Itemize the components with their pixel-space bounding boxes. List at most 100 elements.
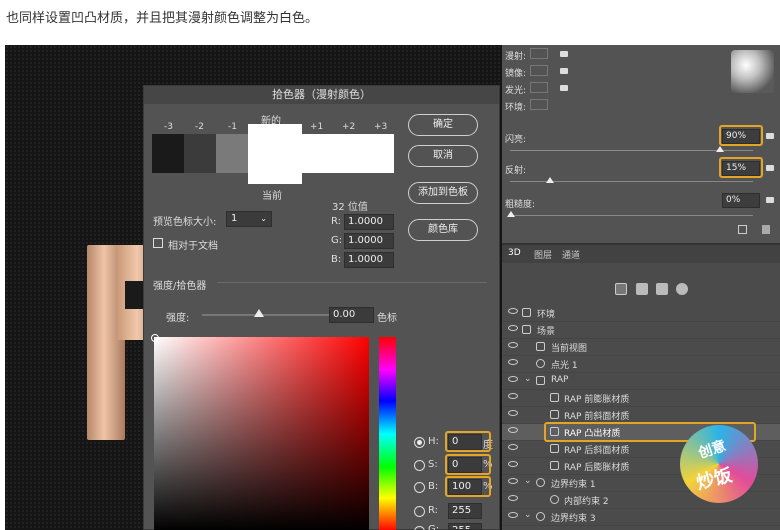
g32-label: G: xyxy=(331,235,343,246)
material-icon xyxy=(550,410,559,419)
brightness-radio[interactable] xyxy=(414,482,425,493)
layer-row[interactable]: 环境 xyxy=(502,305,780,322)
eye-icon[interactable] xyxy=(508,410,518,416)
hue-slider[interactable] xyxy=(379,337,396,530)
eye-icon[interactable] xyxy=(508,495,518,501)
roughness-slider-track[interactable] xyxy=(510,215,753,216)
cancel-button[interactable]: 取消 xyxy=(408,145,478,167)
diffuse-color-swatch[interactable] xyxy=(530,48,548,59)
material-preview-sphere[interactable] xyxy=(731,50,774,93)
highlight-shine xyxy=(719,125,763,146)
eye-icon[interactable] xyxy=(508,393,518,399)
swatch-minus-2[interactable] xyxy=(184,134,216,173)
folder-icon[interactable] xyxy=(766,133,774,139)
g8-input[interactable]: 255 xyxy=(448,523,482,530)
chevron-down-icon[interactable]: ⌄ xyxy=(524,476,532,486)
ok-button[interactable]: 确定 xyxy=(408,114,478,136)
eye-icon[interactable] xyxy=(508,461,518,467)
watermark-sticker: 创意 炒饭 xyxy=(680,425,758,503)
properties-panel: 漫射: 镜像: 发光: 环境: 闪亮: 90% 反射: 15% 粗糙度: 0% xyxy=(502,45,780,243)
layer-row[interactable]: ⌄ RAP xyxy=(502,373,780,390)
layer-row[interactable]: 场景 xyxy=(502,322,780,339)
specular-color-swatch[interactable] xyxy=(530,65,548,76)
folder-icon[interactable] xyxy=(766,197,774,203)
folder-icon[interactable] xyxy=(560,85,568,91)
red-radio[interactable] xyxy=(414,506,425,517)
eye-icon[interactable] xyxy=(508,427,518,433)
eye-icon[interactable] xyxy=(508,325,518,331)
light-bulb-icon xyxy=(536,359,545,368)
trash-icon[interactable] xyxy=(762,225,770,234)
tab-3d[interactable]: 3D xyxy=(508,248,521,258)
layer-row[interactable]: 点光 1 xyxy=(502,356,780,373)
hue-radio[interactable] xyxy=(414,437,425,448)
eye-icon[interactable] xyxy=(508,512,518,518)
mesh-filter-icon[interactable] xyxy=(636,283,648,295)
step-label: -2 xyxy=(195,122,204,132)
add-to-swatches-button[interactable]: 添加到色板 xyxy=(408,182,478,204)
eye-icon[interactable] xyxy=(508,359,518,365)
relative-to-document-label: 相对于文档 xyxy=(168,241,218,252)
g32-input[interactable]: 1.0000 xyxy=(344,233,394,249)
roughness-input[interactable]: 0% xyxy=(722,193,760,208)
material-filter-icon[interactable] xyxy=(656,283,668,295)
folder-icon[interactable] xyxy=(766,165,774,171)
new-texture-icon[interactable] xyxy=(738,225,747,234)
diffuse-label: 漫射: xyxy=(505,52,527,62)
layer-row[interactable]: RAP 前膨胀材质 xyxy=(502,390,780,407)
illumination-color-swatch[interactable] xyxy=(530,82,548,93)
chevron-down-icon[interactable]: ⌄ xyxy=(524,510,532,520)
step-label: +3 xyxy=(374,122,388,132)
light-filter-icon[interactable] xyxy=(676,283,688,295)
relative-to-document-checkbox[interactable] xyxy=(153,238,163,248)
green-radio[interactable] xyxy=(414,526,425,530)
highlight-s xyxy=(445,454,491,475)
swatch-minus-3[interactable] xyxy=(152,134,184,173)
b32-input[interactable]: 1.0000 xyxy=(344,252,394,268)
mesh-icon xyxy=(536,376,545,385)
eye-icon[interactable] xyxy=(508,444,518,450)
eye-icon[interactable] xyxy=(508,308,518,314)
eye-icon[interactable] xyxy=(508,478,518,484)
saturation-brightness-field[interactable] xyxy=(154,337,369,530)
tab-layers[interactable]: 图层 xyxy=(534,248,552,261)
highlight-h xyxy=(445,431,491,452)
chevron-down-icon[interactable]: ⌄ xyxy=(524,374,532,384)
roughness-slider-thumb[interactable] xyxy=(507,211,515,217)
material-icon xyxy=(550,461,559,470)
sample-size-label: 预览色标大小: xyxy=(153,217,217,228)
field-picker-marker[interactable] xyxy=(151,334,159,342)
layer-row[interactable]: 当前视图 xyxy=(502,339,780,356)
constraint-icon xyxy=(550,495,559,504)
saturation-radio[interactable] xyxy=(414,460,425,471)
illumination-label: 发光: xyxy=(505,86,527,96)
ambient-color-swatch[interactable] xyxy=(530,99,548,110)
r8-label: R: xyxy=(428,505,439,516)
shine-slider-thumb[interactable] xyxy=(716,146,724,152)
r8-input[interactable]: 255 xyxy=(448,503,482,519)
intensity-slider-thumb[interactable] xyxy=(254,309,264,317)
swatch-minus-1[interactable] xyxy=(216,134,248,173)
b32-label: B: xyxy=(331,254,342,265)
chevron-down-icon: ⌄ xyxy=(260,214,267,223)
constraint-icon xyxy=(536,478,545,487)
r32-input[interactable]: 1.0000 xyxy=(344,214,394,230)
layer-row[interactable]: ⌄ 边界约束 3 xyxy=(502,509,780,526)
new-color-swatch xyxy=(248,124,302,184)
intensity-input[interactable]: 0.00 xyxy=(329,307,374,323)
eye-icon[interactable] xyxy=(508,342,518,348)
material-icon xyxy=(550,444,559,453)
eye-icon[interactable] xyxy=(508,376,518,382)
ambient-label: 环境: xyxy=(505,103,527,113)
tab-channels[interactable]: 通道 xyxy=(562,248,580,261)
reflection-slider-thumb[interactable] xyxy=(546,177,554,183)
sample-size-select[interactable]: 1 ⌄ xyxy=(226,211,272,227)
folder-icon[interactable] xyxy=(560,68,568,74)
folder-icon[interactable] xyxy=(560,51,568,57)
section-divider xyxy=(217,282,487,283)
scene-filter-icon[interactable] xyxy=(615,283,627,295)
swatch-plus[interactable] xyxy=(302,134,394,173)
h-label: H: xyxy=(428,436,439,447)
step-label: -1 xyxy=(228,122,237,132)
color-libraries-button[interactable]: 颜色库 xyxy=(408,219,478,241)
